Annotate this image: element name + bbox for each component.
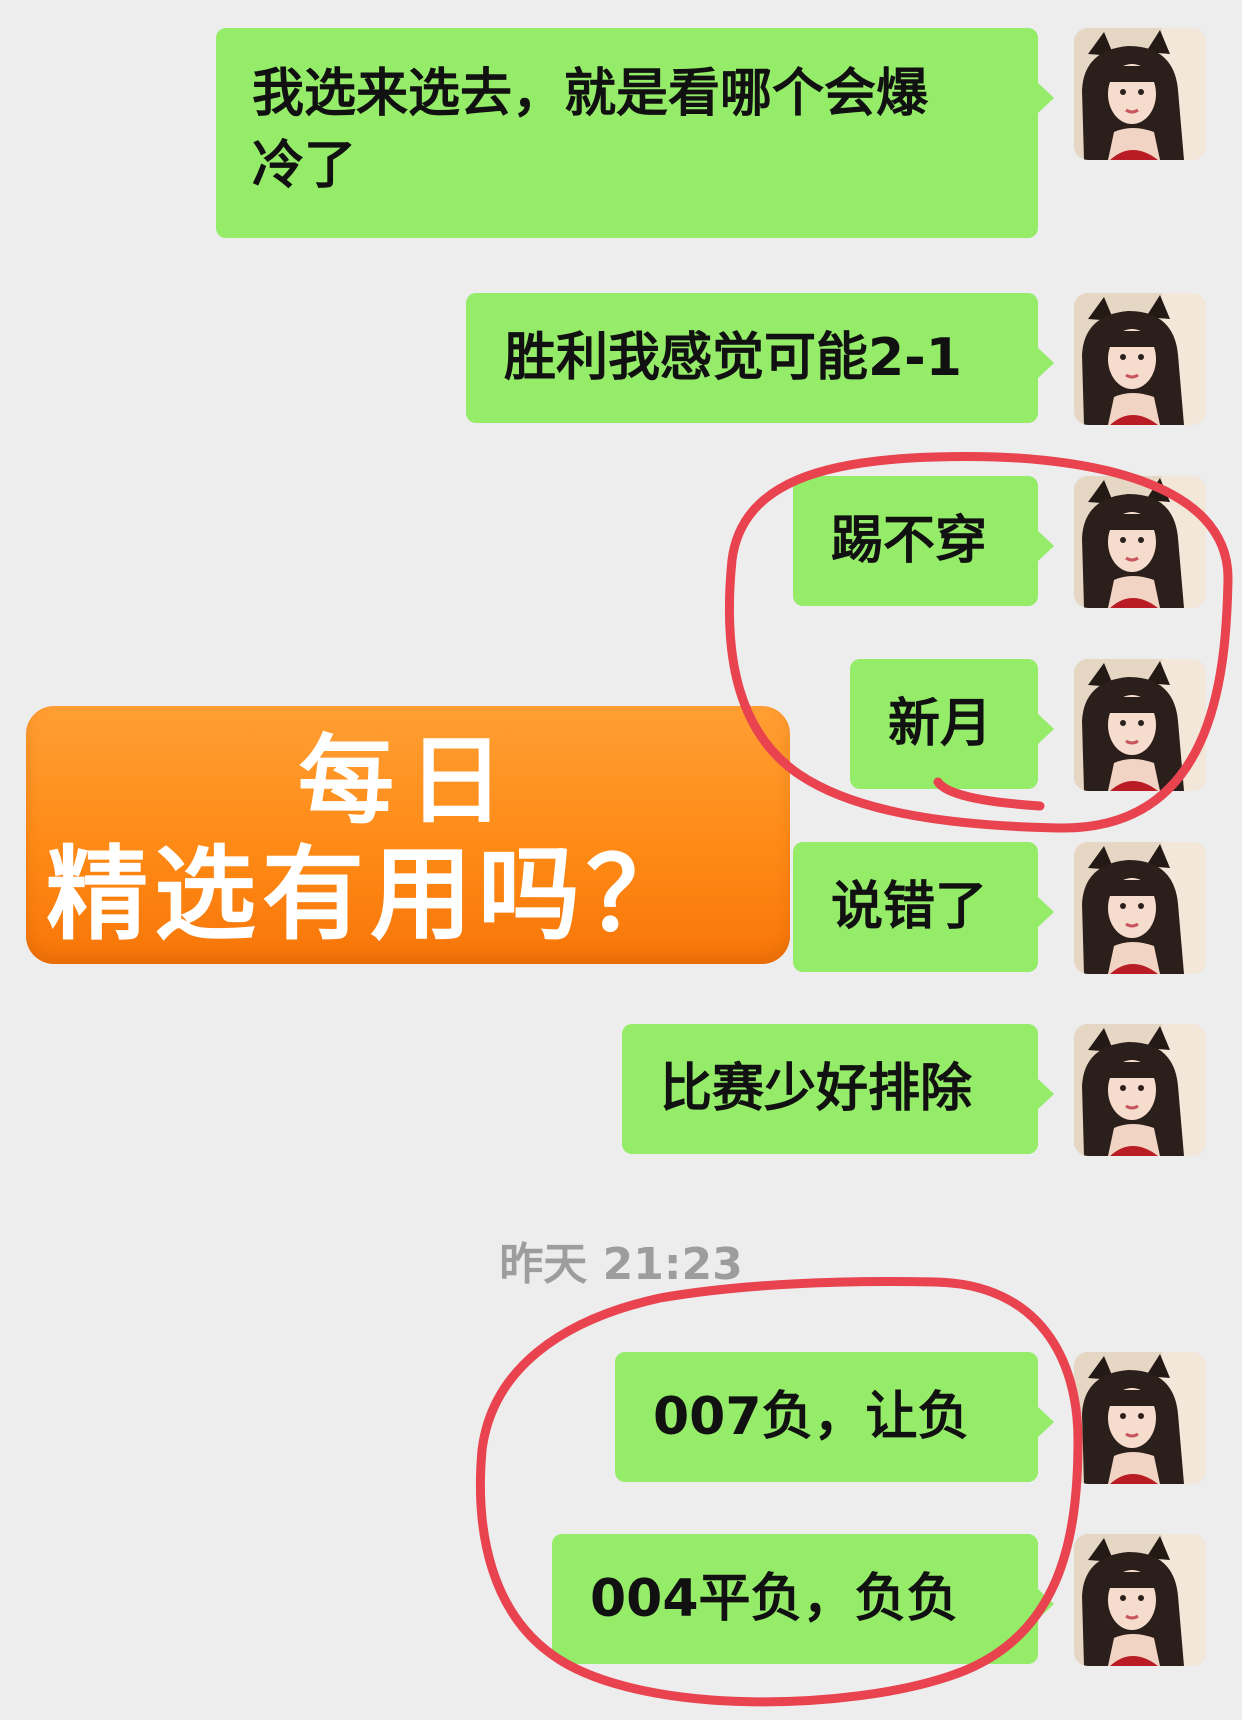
avatar[interactable] (1074, 28, 1206, 160)
message-bubble-6[interactable]: 比赛少好排除 (622, 1024, 1054, 1154)
avatar[interactable] (1074, 293, 1206, 425)
message-text: 说错了 (831, 877, 988, 937)
user-avatar-icon (1074, 1024, 1206, 1156)
avatar[interactable] (1074, 1534, 1206, 1666)
message-bubble-5[interactable]: 说错了 (793, 842, 1054, 972)
message-bubble-1[interactable]: 我选来选去，就是看哪个会爆 冷了 (216, 28, 1054, 238)
user-avatar-icon (1074, 1352, 1206, 1484)
message-bubble-7[interactable]: 007负，让负 (615, 1352, 1054, 1482)
message-text: 004平负，负负 (590, 1569, 959, 1629)
message-text: 比赛少好排除 (660, 1059, 973, 1119)
promo-banner: 每日 精选有用吗？ (26, 706, 790, 964)
avatar[interactable] (1074, 1352, 1206, 1484)
user-avatar-icon (1074, 659, 1206, 791)
message-bubble-8[interactable]: 004平负，负负 (552, 1534, 1054, 1664)
banner-title-line-1: 每日 (298, 725, 518, 837)
message-bubble-2[interactable]: 胜利我感觉可能2-1 (466, 293, 1054, 423)
user-avatar-icon (1074, 1534, 1206, 1666)
avatar[interactable] (1074, 659, 1206, 791)
message-bubble-4[interactable]: 新月 (850, 659, 1054, 789)
message-text: 踢不穿 (831, 511, 988, 571)
user-avatar-icon (1074, 28, 1206, 160)
avatar[interactable] (1074, 476, 1206, 608)
message-bubble-3[interactable]: 踢不穿 (793, 476, 1054, 606)
avatar[interactable] (1074, 842, 1206, 974)
message-text: 新月 (888, 694, 993, 754)
banner-title-line-2: 精选有用吗？ (46, 836, 694, 955)
user-avatar-icon (1074, 476, 1206, 608)
message-text: 007负，让负 (653, 1387, 970, 1447)
message-text: 胜利我感觉可能2-1 (504, 328, 962, 388)
user-avatar-icon (1074, 293, 1206, 425)
message-text-line-1: 我选来选去，就是看哪个会爆 (252, 64, 929, 124)
avatar[interactable] (1074, 1024, 1206, 1156)
user-avatar-icon (1074, 842, 1206, 974)
message-timestamp: 昨天 21:23 (499, 1239, 743, 1290)
message-text-line-2: 冷了 (252, 136, 357, 196)
